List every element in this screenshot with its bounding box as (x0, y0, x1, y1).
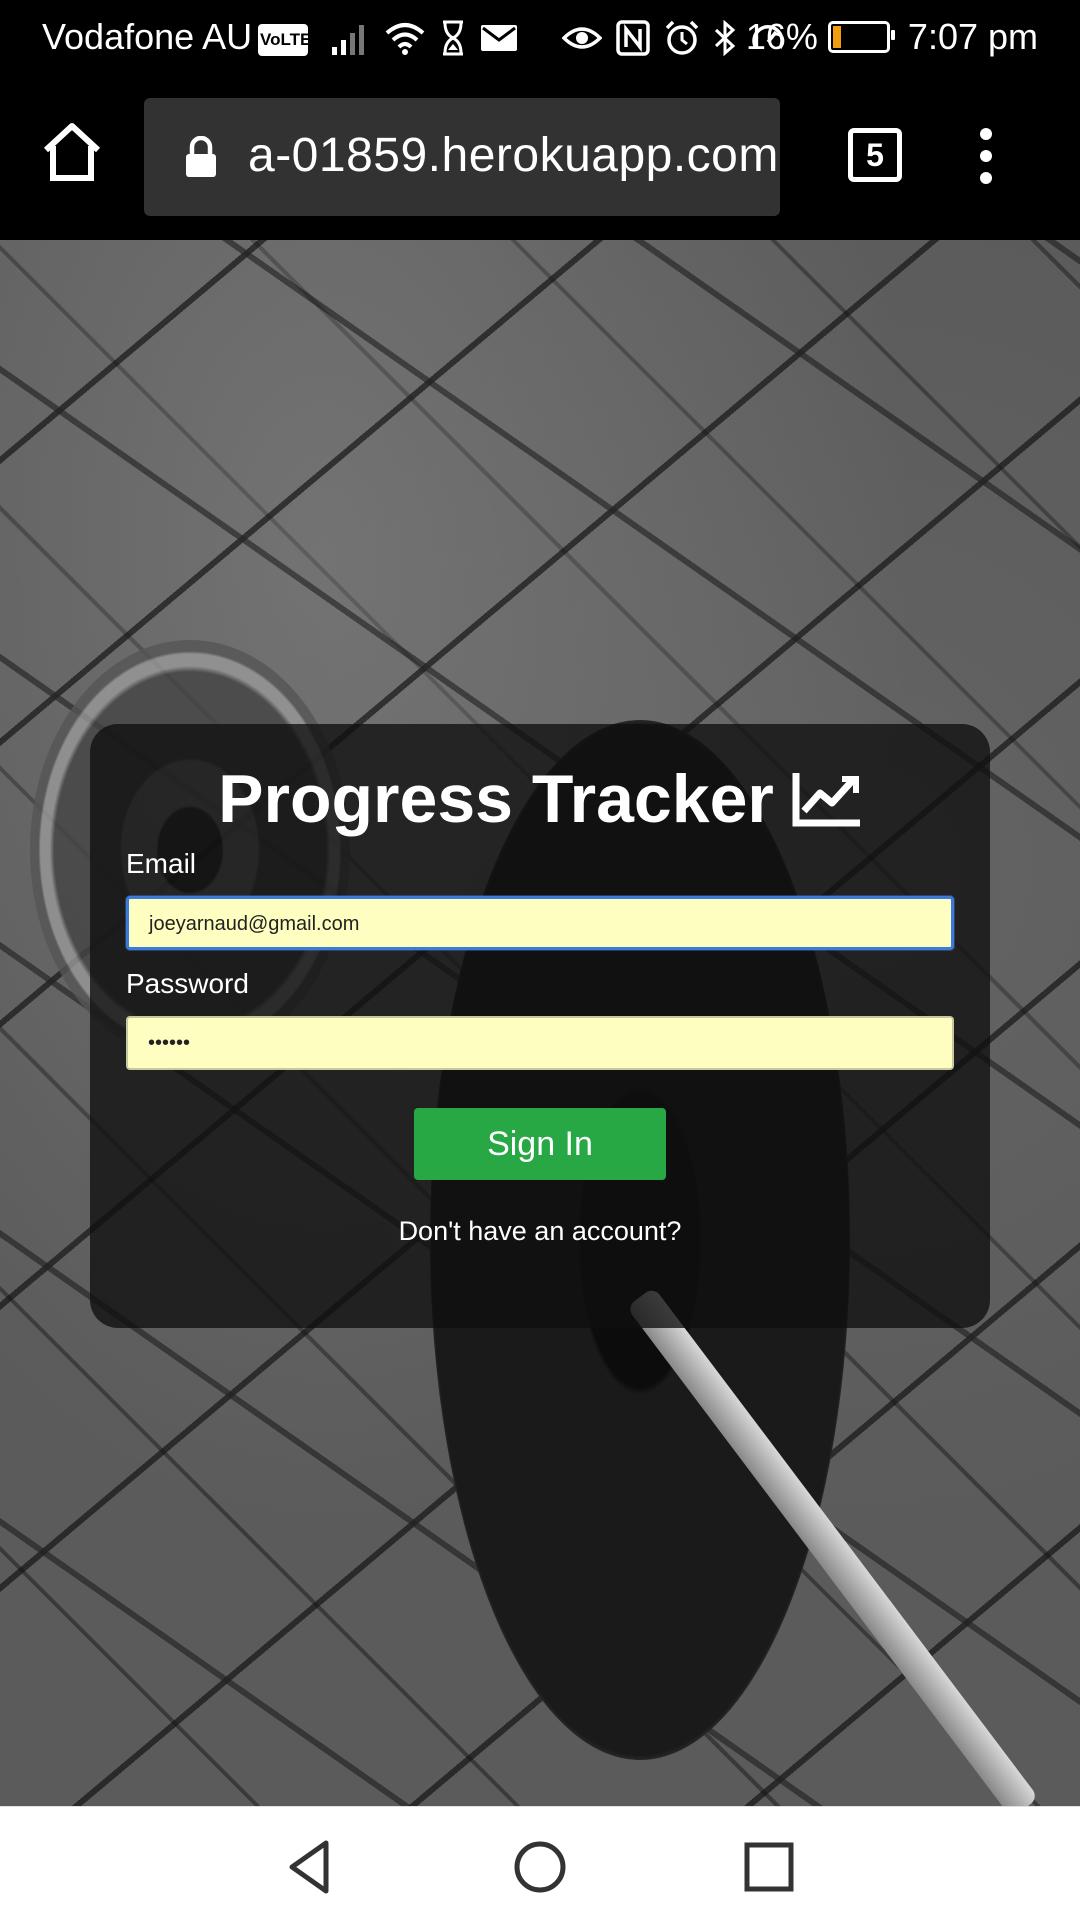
tab-count: 5 (866, 137, 884, 173)
system-nav-bar (0, 1806, 1080, 1921)
password-field[interactable]: •••••• (126, 1016, 954, 1070)
home-icon[interactable] (40, 120, 104, 184)
nfc-icon (616, 20, 650, 56)
more-vert-icon[interactable] (976, 128, 996, 184)
password-value: •••••• (148, 1032, 191, 1054)
lock-icon (186, 136, 216, 177)
battery-percent: 16% (745, 16, 818, 57)
hourglass-icon (443, 20, 463, 56)
url-bar[interactable]: a-01859.herokuapp.com (144, 98, 780, 216)
browser-toolbar: a-01859.herokuapp.com 5 (0, 76, 1080, 240)
wifi-icon (385, 23, 425, 55)
carrier-name: Vodafone AU (42, 16, 253, 57)
recents-icon[interactable] (739, 1837, 799, 1897)
alarm-icon (665, 20, 699, 55)
status-right: 16% 7:07 pm (746, 16, 1038, 58)
signal-icon (332, 25, 364, 55)
url-text: a-01859.herokuapp.com (248, 129, 779, 182)
email-label: Email (126, 848, 197, 879)
bluetooth-icon (714, 20, 736, 56)
battery-icon (827, 21, 895, 53)
status-bar: Vodafone AU VoLTE 16% 7:07 pm (0, 0, 1080, 76)
email-value: joeyarnaud@gmail.com (149, 913, 360, 935)
password-label: Password (126, 968, 249, 999)
mail-icon (481, 25, 517, 51)
tabs-button[interactable]: 5 (848, 128, 902, 182)
back-icon[interactable] (280, 1837, 340, 1897)
sign-in-button[interactable]: Sign In (414, 1108, 666, 1180)
page-title: Progress Tracker (90, 760, 990, 838)
home-circle-icon[interactable] (510, 1837, 570, 1897)
status-icons (330, 14, 786, 62)
chart-line-icon (792, 773, 860, 827)
clock: 7:07 pm (907, 16, 1038, 57)
email-field[interactable]: joeyarnaud@gmail.com (126, 896, 954, 950)
app-title: Progress Tracker (218, 761, 774, 837)
register-link-text[interactable]: Don't have an account? (399, 1216, 682, 1246)
battery-fill (832, 26, 842, 48)
register-link: Don't have an account? (0, 1216, 1080, 1247)
eye-icon (562, 27, 602, 49)
volte-badge: VoLTE (258, 24, 311, 56)
